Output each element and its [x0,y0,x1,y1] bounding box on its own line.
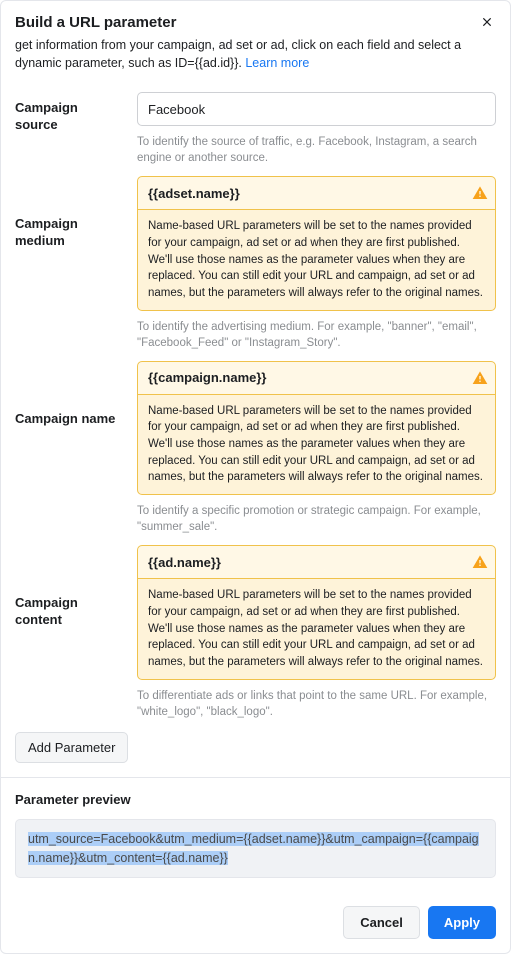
learn-more-link[interactable]: Learn more [245,56,309,70]
add-parameter-button[interactable]: Add Parameter [15,732,128,763]
warning-campaign-name: Name-based URL parameters will be set to… [137,395,496,495]
url-parameter-modal: Build a URL parameter get information fr… [0,0,511,954]
label-campaign-medium: Campaign medium [15,176,123,250]
label-campaign-name: Campaign name [15,361,123,428]
input-campaign-name[interactable] [137,361,496,395]
row-campaign-source: Campaign source To identify the source o… [15,92,496,166]
cancel-button[interactable]: Cancel [343,906,420,939]
modal-footer: Cancel Apply [1,892,510,953]
input-campaign-medium[interactable] [137,176,496,210]
warning-campaign-content: Name-based URL parameters will be set to… [137,579,496,679]
label-campaign-content: Campaign content [15,545,123,629]
warning-icon [472,370,488,386]
helper-campaign-name: To identify a specific promotion or stra… [137,503,496,535]
close-icon [480,15,494,29]
modal-title: Build a URL parameter [15,14,176,31]
close-button[interactable] [478,13,496,31]
warning-icon [472,185,488,201]
row-campaign-content: Campaign content Name-based URL paramete… [15,545,496,720]
intro-text: get information from your campaign, ad s… [1,37,510,82]
modal-header: Build a URL parameter [1,1,510,37]
parameter-preview-box[interactable]: utm_source=Facebook&utm_medium={{adset.n… [15,819,496,879]
warning-icon [472,554,488,570]
helper-campaign-medium: To identify the advertising medium. For … [137,319,496,351]
helper-campaign-content: To differentiate ads or links that point… [137,688,496,720]
input-campaign-source[interactable] [137,92,496,126]
helper-campaign-source: To identify the source of traffic, e.g. … [137,134,496,166]
row-campaign-medium: Campaign medium Name-based URL parameter… [15,176,496,351]
parameter-preview-title: Parameter preview [15,792,496,807]
label-campaign-source: Campaign source [15,92,123,134]
intro-text-content: get information from your campaign, ad s… [15,38,461,70]
parameter-preview-value: utm_source=Facebook&utm_medium={{adset.n… [28,832,479,865]
input-campaign-content[interactable] [137,545,496,579]
row-campaign-name: Campaign name Name-based URL parameters … [15,361,496,536]
apply-button[interactable]: Apply [428,906,496,939]
warning-campaign-medium: Name-based URL parameters will be set to… [137,210,496,310]
